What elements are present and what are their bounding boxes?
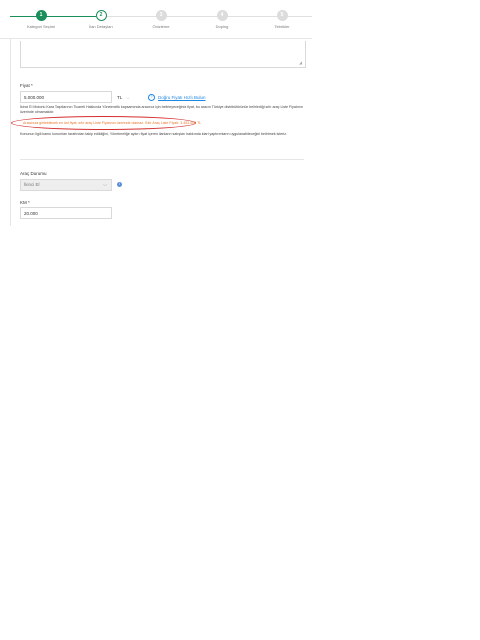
info-icon[interactable]: i (117, 182, 122, 187)
price-warning: Aracınıza girilebilecek en üst fiyat; sı… (23, 121, 202, 125)
progress-stepper: 1 Kategori Seçimi 2 İlan Detayları 3 Öni… (0, 0, 312, 39)
step-number: 5 (276, 10, 288, 21)
step-4[interactable]: 4 Doping (192, 10, 252, 29)
km-label: KM * (20, 200, 30, 205)
price-help-link[interactable]: ? Doğru Fiyatı Hızlı Bulun (148, 94, 206, 101)
km-input[interactable]: 20.000 (20, 207, 112, 219)
price-info-note: Konunun ilgili kamu kurumları tarafından… (20, 132, 288, 136)
step-2[interactable]: 2 İlan Detayları (71, 10, 131, 29)
resize-grip-icon[interactable]: ◢ (299, 61, 303, 65)
chevron-down-icon: ⌵ (126, 94, 130, 100)
step-label: Kategori Seçimi (26, 24, 55, 29)
vehicle-status-label: Araç Durumu (20, 171, 47, 176)
currency-select[interactable]: TL ⌵ (117, 91, 141, 103)
price-label: Fiyat * (20, 83, 33, 88)
section-divider (20, 159, 304, 160)
price-help-link-text: Doğru Fiyatı Hızlı Bulun (158, 95, 206, 100)
currency-value: TL (117, 94, 123, 100)
step-3[interactable]: 3 Önizleme (131, 10, 191, 29)
step-number: 3 (155, 10, 167, 21)
form-content: ◢ Fiyat * 5.000.000 TL ⌵ ? Doğru Fiyatı … (10, 38, 313, 226)
step-number: 1 (35, 10, 47, 21)
chevron-down-icon: ⌵ (103, 182, 107, 188)
vehicle-status-select[interactable]: İkinci El ⌵ (20, 179, 112, 191)
step-label: Önizleme (152, 24, 170, 29)
price-legal-note: İkinci El Motorlu Kara Taşıtlarının Tica… (20, 105, 303, 114)
vehicle-status-value: İkinci El (24, 182, 40, 187)
step-number: 2 (95, 10, 107, 21)
step-label: Tebrikler (274, 24, 290, 29)
price-input[interactable]: 5.000.000 (20, 91, 112, 103)
step-5[interactable]: 5 Tebrikler (252, 10, 312, 29)
step-1[interactable]: 1 Kategori Seçimi (11, 10, 71, 29)
question-icon: ? (148, 94, 155, 101)
step-label: Doping (215, 24, 229, 29)
step-number: 4 (216, 10, 228, 21)
form-frame: 1 Kategori Seçimi 2 İlan Detayları 3 Öni… (0, 0, 312, 226)
step-label: İlan Detayları (89, 24, 113, 29)
description-textarea[interactable]: ◢ (20, 41, 306, 68)
